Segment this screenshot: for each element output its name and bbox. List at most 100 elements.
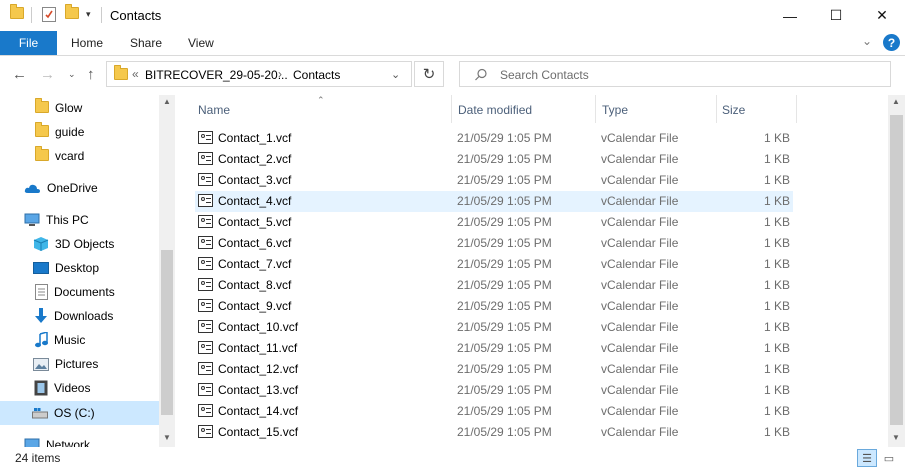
file-name: Contact_8.vcf (218, 278, 292, 292)
nav-item-downloads[interactable]: Downloads (0, 304, 175, 328)
nav-item-this-pc[interactable]: This PC (0, 208, 175, 232)
scroll-up-arrow-icon[interactable]: ▲ (892, 97, 900, 106)
new-folder-icon[interactable] (65, 4, 79, 23)
scroll-up-arrow-icon[interactable]: ▲ (163, 97, 171, 106)
file-size: 1 KB (763, 236, 790, 250)
scroll-down-arrow-icon[interactable]: ▼ (892, 433, 900, 442)
title-bar: ▾ Contacts — ☐ ✕ (0, 0, 905, 31)
file-date-modified: 21/05/29 1:05 PM (457, 425, 552, 439)
nav-item-documents[interactable]: Documents (0, 280, 175, 304)
file-name: Contact_11.vcf (218, 341, 298, 355)
file-date-modified: 21/05/29 1:05 PM (457, 320, 552, 334)
table-row[interactable]: Contact_13.vcf 21/05/29 1:05 PM vCalendar … (195, 380, 793, 401)
column-divider[interactable] (716, 95, 717, 123)
contact-card-icon (198, 341, 213, 354)
breadcrumb-chevron-icon[interactable]: › (278, 67, 282, 81)
large-icons-view-button[interactable]: ▭ (879, 449, 899, 467)
nav-item-pictures[interactable]: Pictures (0, 352, 175, 376)
table-row[interactable]: Contact_7.vcf 21/05/29 1:05 PM vCalendar F… (195, 254, 793, 275)
table-row[interactable]: Contact_8.vcf 21/05/29 1:05 PM vCalendar F… (195, 275, 793, 296)
help-icon[interactable]: ? (883, 34, 900, 51)
file-list-scroll-thumb[interactable] (890, 115, 903, 425)
nav-item-videos[interactable]: Videos (0, 376, 175, 400)
nav-item-label: OneDrive (47, 181, 98, 195)
table-row[interactable]: Contact_2.vcf 21/05/29 1:05 PM vCalendar F… (195, 149, 793, 170)
nav-item-music[interactable]: Music (0, 328, 175, 352)
close-button[interactable]: ✕ (859, 0, 905, 31)
address-history-chevron-icon[interactable]: ⌄ (391, 68, 400, 81)
contact-card-icon (198, 404, 213, 417)
file-name: Contact_3.vcf (218, 173, 292, 187)
nav-item-label: vcard (55, 149, 85, 163)
table-row[interactable]: Contact_10.vcf 21/05/29 1:05 PM vCalendar … (195, 317, 793, 338)
table-row[interactable]: Contact_14.vcf 21/05/29 1:05 PM vCalendar … (195, 401, 793, 422)
contact-card-icon (198, 362, 213, 375)
nav-item-label: OS (C:) (54, 406, 95, 420)
tab-view[interactable]: View (188, 36, 214, 50)
file-name: Contact_2.vcf (218, 152, 292, 166)
breadcrumb-segment[interactable]: Contacts (293, 68, 340, 82)
table-row[interactable]: Contact_3.vcf 21/05/29 1:05 PM vCalendar F… (195, 170, 793, 191)
recent-locations-chevron-icon[interactable]: ⌄ (68, 69, 76, 80)
file-date-modified: 21/05/29 1:05 PM (457, 299, 552, 313)
file-name: Contact_12.vcf (218, 362, 299, 376)
nav-item-glow[interactable]: Glow (0, 96, 175, 120)
column-header-name[interactable]: Name (198, 103, 230, 117)
videos-icon (34, 380, 48, 396)
refresh-button[interactable]: ↻ (414, 61, 444, 87)
folder-icon (35, 97, 49, 116)
file-type: vCalendar File (601, 257, 679, 271)
table-row[interactable]: Contact_5.vcf 21/05/29 1:05 PM vCalendar F… (195, 212, 793, 233)
column-divider[interactable] (796, 95, 797, 123)
search-input[interactable]: Search Contacts (500, 68, 589, 82)
table-row[interactable]: Contact_12.vcf 21/05/29 1:05 PM vCalendar … (195, 359, 793, 380)
column-divider[interactable] (595, 95, 596, 123)
maximize-button[interactable]: ☐ (813, 0, 859, 31)
nav-item-os-c[interactable]: OS (C:) (0, 401, 175, 425)
contact-card-icon (198, 257, 213, 270)
table-row[interactable]: Contact_4.vcf 21/05/29 1:05 PM vCalendar F… (195, 191, 793, 212)
scroll-down-arrow-icon[interactable]: ▼ (163, 433, 171, 442)
expand-ribbon-chevron-icon[interactable]: ⌄ (862, 34, 872, 48)
breadcrumb-overflow-icon[interactable]: « (132, 67, 139, 81)
up-arrow-icon[interactable]: ↑ (87, 66, 95, 83)
column-header-size[interactable]: Size (722, 103, 745, 117)
contact-card-icon (198, 320, 213, 333)
tab-file[interactable]: File (0, 31, 57, 55)
forward-arrow-icon[interactable]: → (40, 66, 55, 83)
tab-share[interactable]: Share (130, 36, 162, 50)
file-type: vCalendar File (601, 152, 679, 166)
navigation-pane: Glow guide vcard OneDrive This PC 3D Obj… (0, 95, 175, 447)
nav-item-label: Network (46, 438, 91, 447)
table-row[interactable]: Contact_6.vcf 21/05/29 1:05 PM vCalendar F… (195, 233, 793, 254)
nav-pane-scroll-thumb[interactable] (161, 250, 173, 415)
table-row[interactable]: Contact_15.vcf 21/05/29 1:05 PM vCalendar … (195, 422, 793, 443)
nav-item-vcard[interactable]: vcard (0, 144, 175, 168)
column-header-date-modified[interactable]: Date modified (458, 103, 532, 117)
properties-icon[interactable] (42, 7, 56, 22)
nav-item-guide[interactable]: guide (0, 120, 175, 144)
file-name: Contact_7.vcf (218, 257, 292, 271)
address-bar[interactable]: « BITRECOVER_29-05-20... › Contacts ⌄ (106, 61, 412, 87)
tab-home[interactable]: Home (71, 36, 103, 50)
breadcrumb-segment[interactable]: BITRECOVER_29-05-20... (145, 68, 288, 82)
file-name: Contact_15.vcf (218, 425, 299, 439)
file-list: ⌃ Name Date modified Type Size Contact_1… (175, 95, 905, 447)
minimize-button[interactable]: — (767, 0, 813, 31)
column-header-type[interactable]: Type (602, 103, 628, 117)
table-row[interactable]: Contact_9.vcf 21/05/29 1:05 PM vCalendar F… (195, 296, 793, 317)
details-view-button[interactable]: ☰ (857, 449, 877, 467)
nav-item-desktop[interactable]: Desktop (0, 256, 175, 280)
table-row[interactable]: Contact_1.vcf 21/05/29 1:05 PM vCalendar F… (195, 128, 793, 149)
back-arrow-icon[interactable]: ← (12, 66, 27, 83)
nav-item-network[interactable]: Network (0, 433, 175, 447)
search-box[interactable]: Search Contacts (459, 61, 891, 87)
quick-access-dropdown-icon[interactable]: ▾ (86, 9, 91, 20)
file-type: vCalendar File (601, 173, 679, 187)
nav-item-label: This PC (46, 213, 89, 227)
table-row[interactable]: Contact_11.vcf 21/05/29 1:05 PM vCalendar … (195, 338, 793, 359)
column-divider[interactable] (451, 95, 452, 123)
nav-item-3d-objects[interactable]: 3D Objects (0, 232, 175, 256)
nav-item-onedrive[interactable]: OneDrive (0, 176, 175, 200)
file-name: Contact_1.vcf (218, 131, 292, 145)
